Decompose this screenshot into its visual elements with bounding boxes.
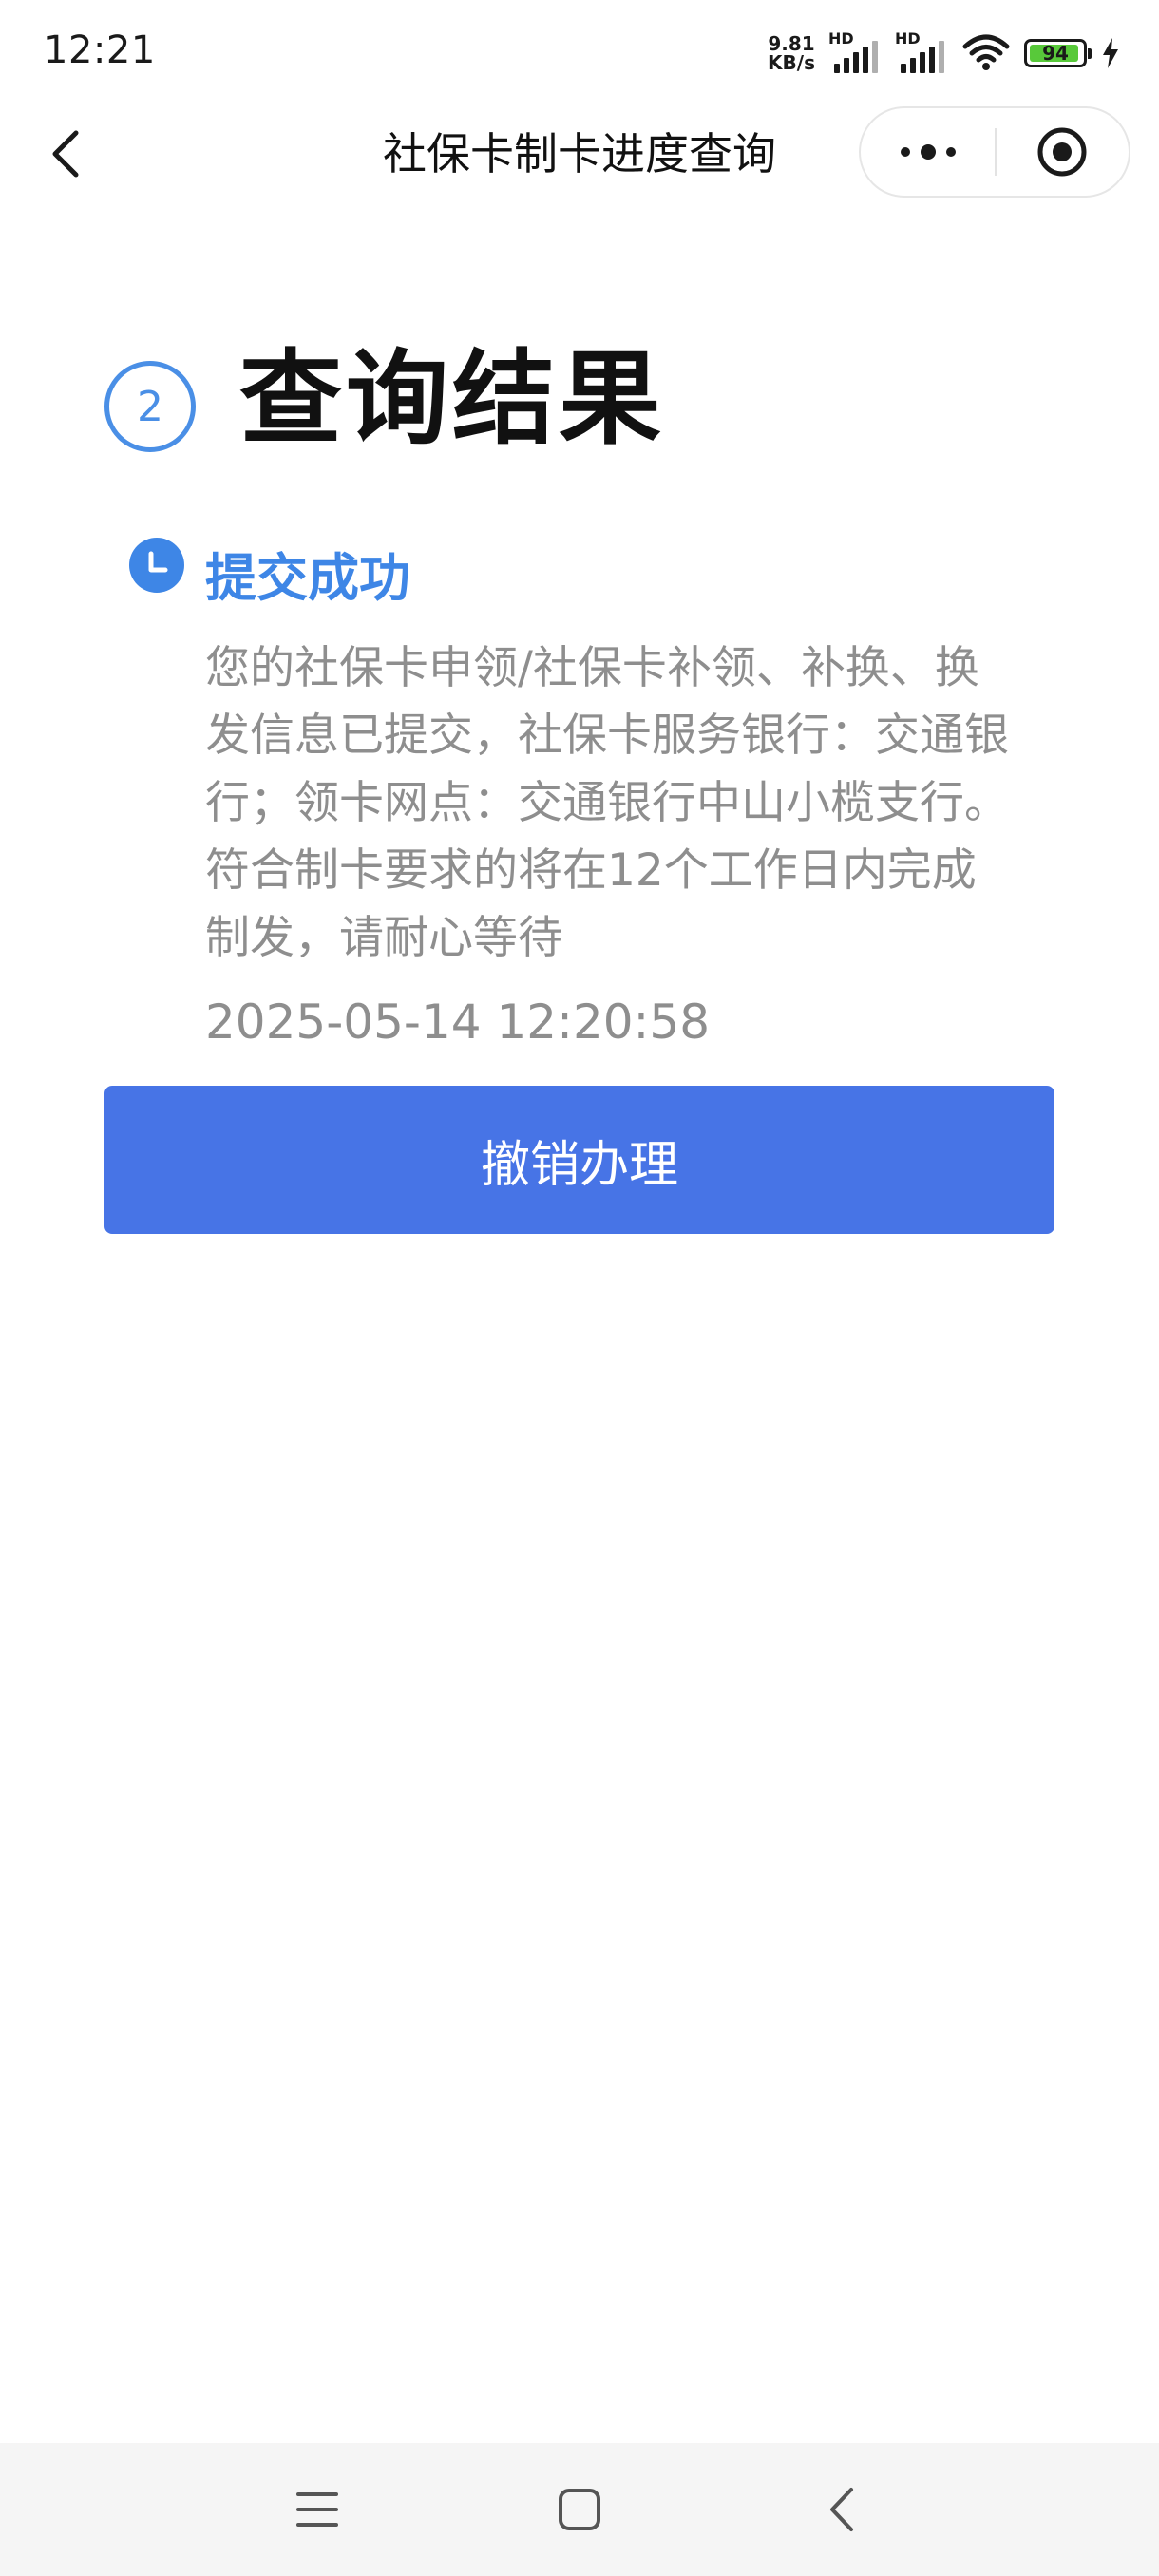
signal-icon: HD <box>895 29 948 73</box>
more-dots-icon <box>900 144 956 160</box>
system-back-button[interactable] <box>804 2472 880 2548</box>
menu-button[interactable] <box>279 2472 355 2548</box>
battery-icon: 94 <box>1024 39 1092 67</box>
close-target-icon <box>1037 127 1087 177</box>
network-speed-value: 9.81 <box>768 32 815 55</box>
system-nav-bar <box>0 2443 1159 2576</box>
result-description: 您的社保卡申领/社保卡补领、补换、换发信息已提交，社保卡服务银行：交通银行；领卡… <box>205 642 1009 964</box>
signal-icon: HD <box>828 29 882 73</box>
close-button[interactable] <box>997 108 1129 196</box>
back-arrow-icon <box>830 2488 853 2531</box>
status-time: 12:21 <box>44 28 156 72</box>
step-number-badge: 2 <box>104 361 196 452</box>
page: 12:21 9.81 KB/s HD HD 94 社保卡制卡进度查询 2 查询结… <box>0 0 1159 2576</box>
result-timestamp: 2025-05-14 12:20:58 <box>205 994 711 1050</box>
nav-bar: 社保卡制卡进度查询 <box>0 103 1159 205</box>
step-title: 查询结果 <box>239 340 666 459</box>
cancel-application-button[interactable]: 撤销办理 <box>104 1086 1054 1234</box>
battery-level: 94 <box>1042 42 1069 65</box>
charging-icon <box>1103 38 1118 68</box>
status-bar: 12:21 9.81 KB/s HD HD 94 <box>0 0 1159 103</box>
home-icon <box>559 2489 600 2530</box>
more-button[interactable] <box>861 108 995 196</box>
status-indicators: 9.81 KB/s HD HD 94 <box>768 27 1121 80</box>
clock-icon <box>129 538 184 593</box>
menu-icon <box>296 2492 338 2527</box>
mini-program-capsule <box>859 106 1130 198</box>
result-status-title: 提交成功 <box>205 548 410 608</box>
wifi-icon <box>962 34 1010 70</box>
network-speed: 9.81 KB/s <box>768 34 815 72</box>
home-button[interactable] <box>542 2472 618 2548</box>
network-speed-unit: KB/s <box>768 51 815 74</box>
